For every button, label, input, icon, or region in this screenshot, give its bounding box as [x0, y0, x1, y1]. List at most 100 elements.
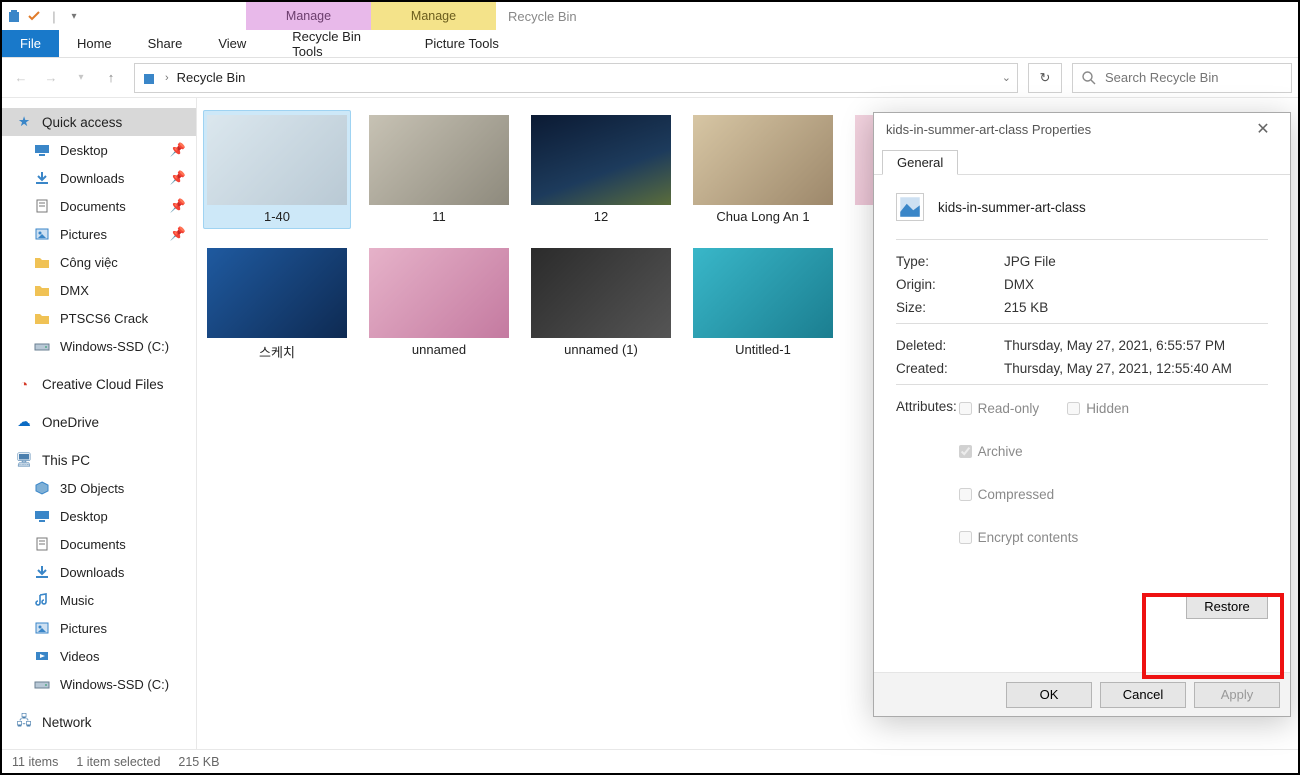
label: This PC: [42, 453, 90, 468]
drive-icon: [34, 338, 50, 354]
sidebar-item-desktop[interactable]: Desktop📌: [2, 136, 196, 164]
sidebar-item-label: Music: [60, 593, 94, 608]
recent-dropdown[interactable]: ▾: [68, 64, 94, 92]
thumbnail: [207, 115, 347, 205]
network[interactable]: 🖧 Network: [2, 708, 196, 736]
view-tab[interactable]: View: [200, 30, 264, 57]
save-icon[interactable]: [26, 8, 42, 24]
quick-access[interactable]: ★ Quick access: [2, 108, 196, 136]
general-tab[interactable]: General: [882, 150, 958, 175]
file-item[interactable]: unnamed (1): [527, 243, 675, 366]
up-button[interactable]: ↑: [98, 64, 124, 92]
navigation-row: ← → ▾ ↑ › Recycle Bin ⌄ ↻: [2, 58, 1298, 98]
label: Creative Cloud Files: [42, 377, 164, 392]
sidebar-item-ptscs6-crack[interactable]: PTSCS6 Crack: [2, 304, 196, 332]
sidebar-item-pictures[interactable]: Pictures: [2, 614, 196, 642]
sidebar-item-label: Videos: [60, 649, 100, 664]
forward-button[interactable]: →: [38, 64, 64, 92]
picture-tools-tab[interactable]: Picture Tools: [399, 30, 524, 57]
attr-hidden: Hidden: [1067, 401, 1129, 416]
share-tab[interactable]: Share: [130, 30, 201, 57]
close-button[interactable]: ✕: [1248, 119, 1278, 139]
pin-icon: 📌: [170, 226, 186, 242]
sidebar-item-label: Công việc: [60, 255, 118, 270]
music-icon: [34, 592, 50, 608]
star-icon: ★: [16, 114, 32, 130]
thumbnail: [693, 248, 833, 338]
deleted-label: Deleted:: [896, 338, 1004, 353]
sidebar-item-label: Windows-SSD (C:): [60, 677, 169, 692]
chevron-right-icon: ›: [165, 72, 169, 84]
sidebar-item-dmx[interactable]: DMX: [2, 276, 196, 304]
download-icon: [34, 564, 50, 580]
picture-icon: [34, 226, 50, 242]
sidebar-item-music[interactable]: Music: [2, 586, 196, 614]
file-item[interactable]: 1-40: [203, 110, 351, 229]
thumbnail: [531, 115, 671, 205]
search-box[interactable]: [1072, 63, 1292, 93]
breadcrumb[interactable]: Recycle Bin: [177, 70, 246, 85]
ok-button[interactable]: OK: [1006, 682, 1092, 708]
restore-button[interactable]: Restore: [1186, 593, 1268, 619]
file-item[interactable]: 12: [527, 110, 675, 229]
search-input[interactable]: [1105, 70, 1283, 85]
sidebar-item-label: PTSCS6 Crack: [60, 311, 148, 326]
refresh-button[interactable]: ↻: [1028, 63, 1062, 93]
selection-count: 1 item selected: [76, 755, 160, 769]
recycle-bin-tools-tab[interactable]: Recycle Bin Tools: [274, 30, 399, 57]
file-item[interactable]: unnamed: [365, 243, 513, 366]
cancel-button[interactable]: Cancel: [1100, 682, 1186, 708]
created-label: Created:: [896, 361, 1004, 376]
status-bar: 11 items 1 item selected 215 KB: [2, 749, 1298, 773]
onedrive[interactable]: ☁ OneDrive: [2, 408, 196, 436]
sidebar-item-desktop[interactable]: Desktop: [2, 502, 196, 530]
file-name: kids-in-summer-art-class: [938, 200, 1086, 215]
qat-separator: |: [46, 8, 62, 24]
label: Quick access: [42, 115, 122, 130]
sidebar-item-documents[interactable]: Documents: [2, 530, 196, 558]
attributes-label: Attributes:: [896, 399, 959, 545]
home-tab[interactable]: Home: [59, 30, 130, 57]
cloud-icon: ◔: [16, 376, 32, 392]
sidebar-item-videos[interactable]: Videos: [2, 642, 196, 670]
pin-icon: 📌: [170, 170, 186, 186]
sidebar-item-label: DMX: [60, 283, 89, 298]
sidebar-item-windows-ssd-c-[interactable]: Windows-SSD (C:): [2, 670, 196, 698]
file-item[interactable]: 스케치: [203, 243, 351, 366]
pc-icon: 🖥: [16, 452, 32, 468]
folder-icon: [34, 254, 50, 270]
address-bar[interactable]: › Recycle Bin ⌄: [134, 63, 1018, 93]
apply-button[interactable]: Apply: [1194, 682, 1280, 708]
sidebar-item-label: Desktop: [60, 143, 108, 158]
sidebar-item-documents[interactable]: Documents📌: [2, 192, 196, 220]
this-pc[interactable]: 🖥 This PC: [2, 446, 196, 474]
file-tab[interactable]: File: [2, 30, 59, 57]
sidebar-item-pictures[interactable]: Pictures📌: [2, 220, 196, 248]
sidebar-item-label: Downloads: [60, 171, 124, 186]
selection-size: 215 KB: [178, 755, 219, 769]
chevron-down-icon[interactable]: ⌄: [1002, 71, 1011, 84]
sidebar-item-3d-objects[interactable]: 3D Objects: [2, 474, 196, 502]
qat-chevron[interactable]: ▾: [66, 8, 82, 24]
file-item[interactable]: 11: [365, 110, 513, 229]
attr-encrypt: Encrypt contents: [959, 530, 1268, 545]
dialog-tabs: General: [874, 145, 1290, 175]
back-button[interactable]: ←: [8, 64, 34, 92]
context-tabs: Manage Manage: [246, 2, 496, 30]
drive-icon: [34, 676, 50, 692]
file-name: Untitled-1: [735, 342, 791, 357]
size-value: 215 KB: [1004, 300, 1048, 315]
origin-label: Origin:: [896, 277, 1004, 292]
sidebar-item-windows-ssd-c-[interactable]: Windows-SSD (C:): [2, 332, 196, 360]
sidebar-item-downloads[interactable]: Downloads: [2, 558, 196, 586]
file-item[interactable]: Chua Long An 1: [689, 110, 837, 229]
context-tab-recycle-bin: Manage: [246, 2, 371, 30]
dialog-titlebar: kids-in-summer-art-class Properties ✕: [874, 113, 1290, 145]
sidebar-item-label: Windows-SSD (C:): [60, 339, 169, 354]
document-icon: [34, 536, 50, 552]
creative-cloud-files[interactable]: ◔ Creative Cloud Files: [2, 370, 196, 398]
file-item[interactable]: Untitled-1: [689, 243, 837, 366]
sidebar-item-downloads[interactable]: Downloads 📌: [2, 164, 196, 192]
file-name: 스케치: [259, 342, 295, 361]
sidebar-item-c-ng-vi-c[interactable]: Công việc: [2, 248, 196, 276]
